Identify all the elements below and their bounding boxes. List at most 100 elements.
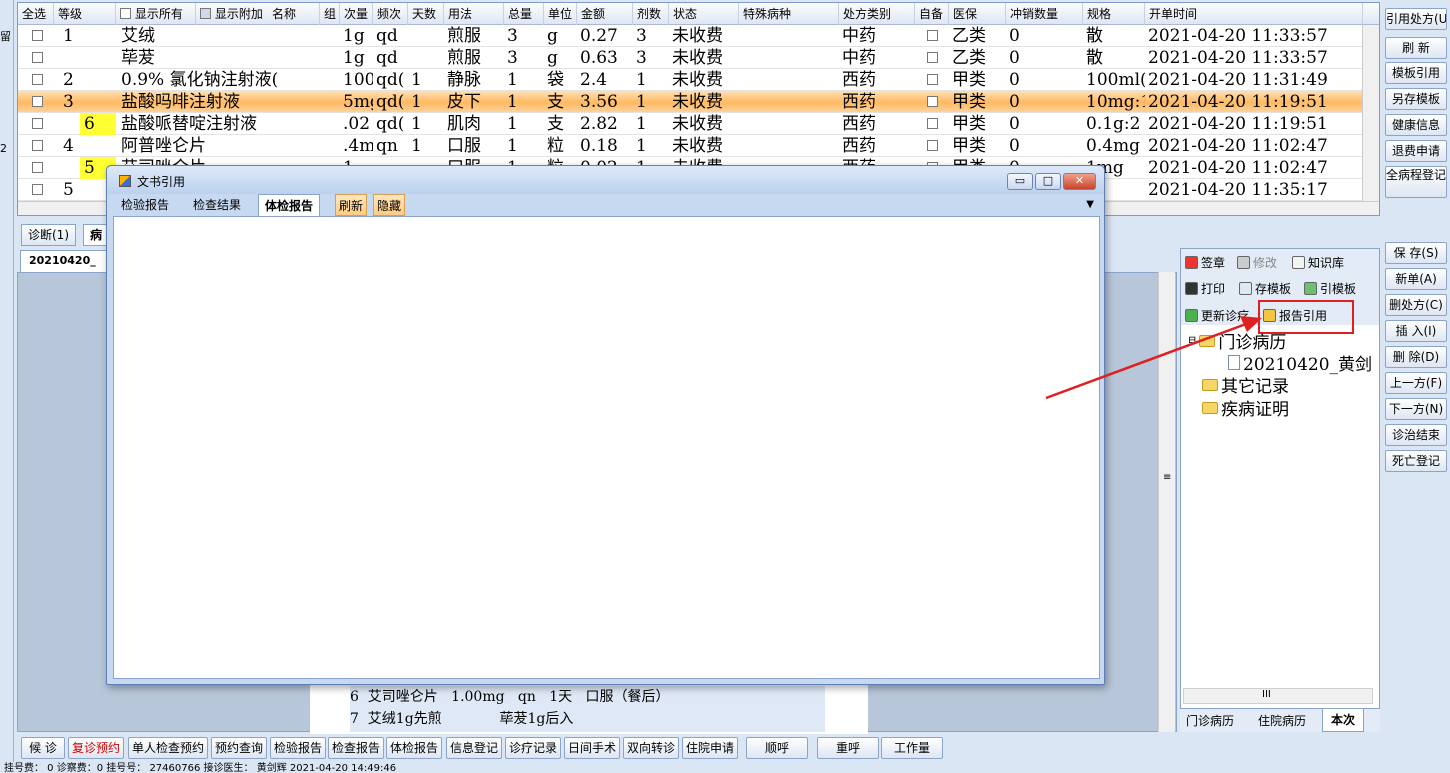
cell-amount: 0.63: [580, 48, 618, 68]
bottom-button-5[interactable]: 检查报告: [328, 737, 384, 759]
table-row[interactable]: 1 艾绒 1g qd 煎服 3 g 0.27 3 未收费 中药 乙类 0 散 2021-04-20 11:3…: [18, 25, 1363, 47]
tab-diagnosis[interactable]: 诊断(1): [21, 224, 76, 246]
cell-name: 盐酸哌替啶注射液: [121, 114, 257, 134]
checkbox[interactable]: [120, 8, 131, 19]
header-offset-qty: 冲销数量: [1006, 3, 1083, 25]
row-checkbox[interactable]: [32, 140, 43, 151]
bottom-button-3[interactable]: 预约查询: [211, 737, 267, 759]
sign-button[interactable]: 签章: [1185, 252, 1225, 272]
tab-current[interactable]: 本次: [1322, 709, 1365, 732]
dialog-title-bar[interactable]: 文书引用 ▭ □ ✕: [107, 166, 1104, 194]
cell-total: 1: [507, 114, 518, 134]
self-prep-checkbox[interactable]: [927, 30, 938, 41]
right-button-4[interactable]: 健康信息: [1385, 114, 1447, 136]
right-button-0[interactable]: 引用处方(U): [1385, 8, 1447, 30]
modify-button[interactable]: 修改: [1237, 252, 1277, 272]
knowledge-base-button[interactable]: 知识库: [1292, 252, 1344, 272]
header-unit: 单位: [544, 3, 577, 25]
show-extra-checkbox[interactable]: 显示附加: [196, 3, 268, 25]
maximize-button[interactable]: □: [1035, 173, 1061, 190]
row-checkbox[interactable]: [32, 96, 43, 107]
print-button[interactable]: 打印: [1185, 278, 1225, 298]
bottom-button-14[interactable]: 工作量: [881, 737, 943, 759]
right-button-8[interactable]: 新单(A): [1385, 268, 1447, 290]
self-prep-checkbox[interactable]: [927, 52, 938, 63]
bottom-button-bar: 候 诊复诊预约 单人检查预约 预约查询 检验报告 检查报告 体检报告 信息登记 诊疗记录 日间手…: [17, 736, 1383, 760]
bottom-button-2[interactable]: 单人检查预约: [128, 737, 208, 759]
right-button-11[interactable]: 删 除(D): [1385, 346, 1447, 368]
row-checkbox[interactable]: [32, 184, 43, 195]
right-button-15[interactable]: 死亡登记: [1385, 450, 1447, 472]
right-button-7[interactable]: 保 存(S): [1385, 242, 1447, 264]
row-checkbox[interactable]: [32, 162, 43, 173]
right-button-6[interactable]: 全病程登记: [1385, 166, 1447, 198]
refresh-tab[interactable]: 刷新: [335, 194, 368, 216]
document-text[interactable]: 6 艾司唑仑片 1.00mg qn 1天 口服（餐后） 7 艾绒1g先煎 荜茇1…: [350, 686, 825, 732]
right-button-10[interactable]: 插 入(I): [1385, 320, 1447, 342]
bottom-button-4[interactable]: 检验报告: [270, 737, 326, 759]
cell-total: 1: [507, 92, 518, 112]
header-select-all[interactable]: 全选: [18, 3, 54, 25]
cell-unit: g: [547, 48, 558, 68]
cell-total: 1: [507, 70, 518, 90]
chevron-down-icon[interactable]: ▼: [1086, 199, 1094, 210]
table-row[interactable]: 2 0.9% 氯化钠注射液(100 qd(1 静脉 1 袋 2.4 1 未收费 西药 甲类 0 100m…: [18, 69, 1363, 91]
row-checkbox[interactable]: [32, 52, 43, 63]
right-button-1[interactable]: 刷 新: [1385, 37, 1447, 59]
tab-document[interactable]: 20210420_: [20, 250, 115, 272]
table-row[interactable]: 6 盐酸哌替啶注射液 .02 qd(1 肌肉 1 支 2.82 1 未收费 西药 甲类 0 0.1g:2 2…: [18, 113, 1363, 135]
right-button-5[interactable]: 退费申请: [1385, 140, 1447, 162]
cell-time: 2021-04-20 11:19:51: [1148, 114, 1328, 134]
row-checkbox[interactable]: [32, 74, 43, 85]
table-row[interactable]: 荜茇 1g qd 煎服 3 g 0.63 3 未收费 中药 乙类 0 散 2021-04-20 11:33…: [18, 47, 1363, 69]
tab-exam-result[interactable]: 检查结果: [187, 194, 247, 216]
bottom-button-1[interactable]: 复诊预约: [68, 737, 124, 759]
tab-inpatient-records[interactable]: 住院病历: [1258, 712, 1306, 729]
bottom-button-7[interactable]: 信息登记: [446, 737, 502, 759]
cell-spec: 100ml(: [1086, 70, 1145, 90]
table-row[interactable]: 4 阿普唑仑片 .4m qn 1 口服 1 粒 0.18 1 未收费 西药 甲类 0 0.4mg 2021-0…: [18, 135, 1363, 157]
bottom-button-11[interactable]: 住院申请: [682, 737, 738, 759]
cell-insurance: 乙类: [952, 48, 986, 68]
right-button-14[interactable]: 诊治结束: [1385, 424, 1447, 446]
show-all-checkbox[interactable]: 显示所有: [116, 3, 196, 25]
table-row[interactable]: 3 盐酸吗啡注射液 5mgqd(1 皮下 1 支 3.56 1 未收费 西药 甲类 0 10mg:120…: [18, 91, 1363, 113]
header-self-prep: 自备: [915, 3, 949, 25]
bottom-button-0[interactable]: 候 诊: [21, 737, 65, 759]
row-checkbox[interactable]: [32, 30, 43, 41]
checkbox[interactable]: [200, 8, 211, 19]
tab-outpatient-records[interactable]: 门诊病历: [1186, 712, 1234, 729]
cell-rx-type: 西药: [842, 70, 876, 90]
bottom-button-10[interactable]: 双向转诊: [623, 737, 679, 759]
use-template-button[interactable]: 引模板: [1304, 278, 1356, 298]
right-button-9[interactable]: 删处方(C): [1385, 294, 1447, 316]
bottom-button-8[interactable]: 诊疗记录: [505, 737, 561, 759]
self-prep-checkbox[interactable]: [927, 140, 938, 151]
self-prep-checkbox[interactable]: [927, 96, 938, 107]
minimize-button[interactable]: ▭: [1007, 173, 1033, 190]
save-template-button[interactable]: 存模板: [1239, 278, 1291, 298]
self-prep-checkbox[interactable]: [927, 74, 938, 85]
row-checkbox[interactable]: [32, 118, 43, 129]
print-label: 打印: [1201, 281, 1226, 296]
tab-physical-exam-report[interactable]: 体检报告: [258, 194, 321, 216]
cell-insurance: 乙类: [952, 26, 986, 46]
left-strip-label: 2: [0, 142, 7, 155]
right-button-12[interactable]: 上一方(F): [1385, 372, 1447, 394]
bottom-button-13[interactable]: 重呼: [817, 737, 879, 759]
document-reference-dialog: 文书引用 ▭ □ ✕ 检验报告 检查结果 体检报告 刷新 隐藏 ▼: [106, 165, 1105, 685]
sign-label: 签章: [1201, 255, 1226, 270]
right-button-2[interactable]: 模板引用: [1385, 62, 1447, 84]
self-prep-checkbox[interactable]: [927, 118, 938, 129]
close-button[interactable]: ✕: [1063, 173, 1096, 190]
bottom-button-6[interactable]: 体检报告: [386, 737, 442, 759]
hide-tab[interactable]: 隐藏: [373, 194, 406, 216]
right-button-13[interactable]: 下一方(N): [1385, 398, 1447, 420]
bottom-button-9[interactable]: 日间手术: [564, 737, 620, 759]
right-button-3[interactable]: 另存模板: [1385, 88, 1447, 110]
bottom-button-12[interactable]: 顺呼: [746, 737, 808, 759]
grid-vertical-scrollbar[interactable]: [1362, 25, 1379, 203]
tree-horizontal-scrollbar[interactable]: III: [1183, 688, 1373, 704]
tab-lab-report[interactable]: 检验报告: [115, 194, 175, 216]
cell-time: 2021-04-20 11:02:47: [1148, 136, 1328, 156]
